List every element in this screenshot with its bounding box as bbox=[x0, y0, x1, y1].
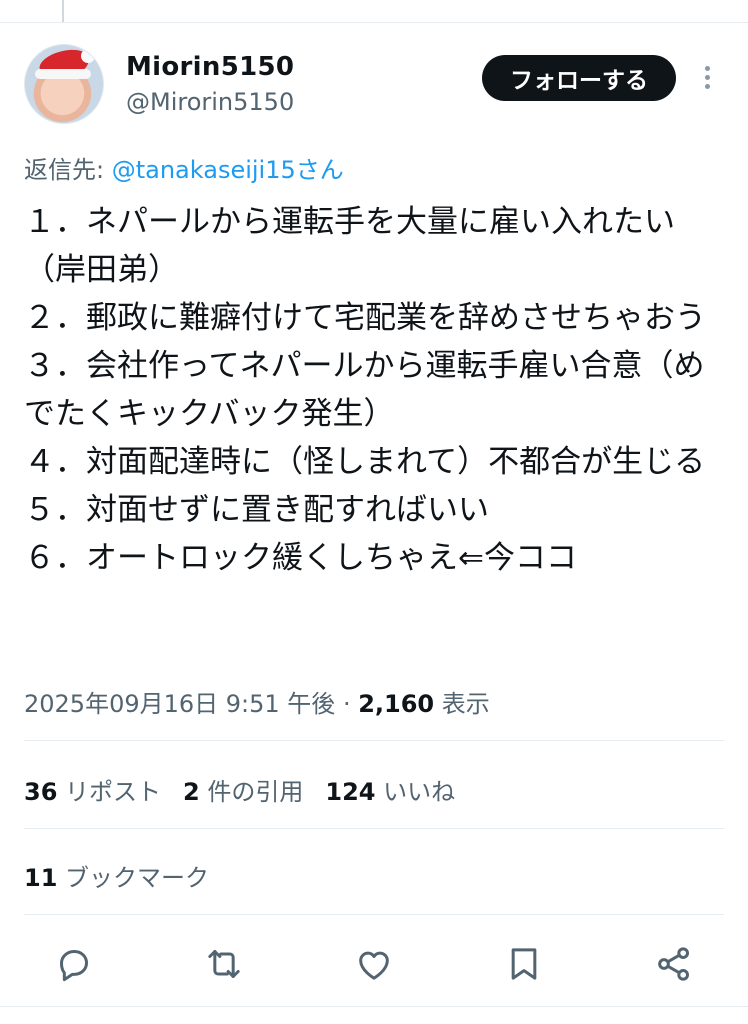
tweet-line: ２．郵政に難癖付けて宅配業を辞めさせちゃおう bbox=[24, 300, 706, 336]
share-icon[interactable] bbox=[654, 944, 694, 984]
meta-separator: · bbox=[335, 690, 359, 718]
reply-mention-suffix[interactable]: さん bbox=[296, 156, 344, 184]
tweet-line: ６．オートロック緩くしちゃえ⇐今ココ bbox=[24, 540, 577, 576]
reposts-label[interactable]: リポスト bbox=[65, 778, 161, 806]
tweet-line: １．ネパールから運転手を大量に雇い入れたい（岸田弟） bbox=[24, 204, 675, 288]
quotes-stat[interactable]: 2 件の引用 bbox=[183, 778, 303, 806]
view-count[interactable]: 2,160 bbox=[358, 690, 434, 718]
bookmark-icon[interactable] bbox=[504, 944, 544, 984]
display-name[interactable]: Miorin5150 bbox=[126, 52, 294, 82]
reposts-stat[interactable]: 36 リポスト bbox=[24, 778, 161, 806]
tweet-text: １．ネパールから運転手を大量に雇い入れたい（岸田弟） ２．郵政に難癖付けて宅配業… bbox=[24, 198, 734, 582]
like-icon[interactable] bbox=[354, 944, 394, 984]
reposts-count[interactable]: 36 bbox=[24, 778, 57, 806]
bookmarks-stat[interactable]: 11 ブックマーク bbox=[24, 858, 209, 893]
follow-button[interactable]: フォローする bbox=[482, 55, 676, 101]
divider bbox=[24, 828, 724, 829]
more-options-icon[interactable] bbox=[700, 66, 714, 92]
likes-count[interactable]: 124 bbox=[325, 778, 375, 806]
quotes-label[interactable]: 件の引用 bbox=[207, 778, 303, 806]
tweet-meta: 2025年09月16日 9:51 午後 · 2,160 表示 bbox=[24, 684, 490, 719]
divider bbox=[24, 740, 724, 741]
timestamp[interactable]: 2025年09月16日 9:51 午後 bbox=[24, 690, 335, 718]
hat-pompom bbox=[81, 49, 95, 63]
reply-mention-link[interactable]: @tanakaseiji15さん bbox=[112, 156, 344, 184]
top-divider bbox=[0, 22, 748, 23]
tweet-line: ５．対面せずに置き配すればいい bbox=[24, 492, 489, 528]
thread-connector bbox=[62, 0, 64, 22]
tweet-line: ４．対面配達時に（怪しまれて）不都合が生じる bbox=[24, 444, 706, 480]
bookmarks-count[interactable]: 11 bbox=[24, 864, 57, 892]
reply-mention-handle[interactable]: @tanakaseiji15 bbox=[112, 156, 296, 184]
reply-to-line: 返信先: @tanakaseiji15さん bbox=[24, 150, 344, 185]
bottom-divider bbox=[0, 1006, 748, 1007]
repost-icon[interactable] bbox=[204, 944, 244, 984]
reply-icon[interactable] bbox=[54, 944, 94, 984]
reply-to-prefix: 返信先: bbox=[24, 156, 112, 184]
bookmarks-label[interactable]: ブックマーク bbox=[65, 864, 209, 892]
hat-band bbox=[35, 69, 91, 79]
likes-stat[interactable]: 124 いいね bbox=[325, 778, 455, 806]
avatar[interactable] bbox=[24, 44, 104, 124]
likes-label[interactable]: いいね bbox=[383, 778, 455, 806]
view-count-label[interactable]: 表示 bbox=[434, 690, 490, 718]
user-handle[interactable]: @Mirorin5150 bbox=[126, 88, 294, 116]
engagement-stats: 36 リポスト 2 件の引用 124 いいね bbox=[24, 772, 455, 807]
divider bbox=[24, 914, 724, 915]
quotes-count[interactable]: 2 bbox=[183, 778, 200, 806]
action-bar bbox=[0, 940, 748, 990]
tweet-line: ３．会社作ってネパールから運転手雇い合意（めでたくキックバック発生） bbox=[24, 348, 705, 432]
